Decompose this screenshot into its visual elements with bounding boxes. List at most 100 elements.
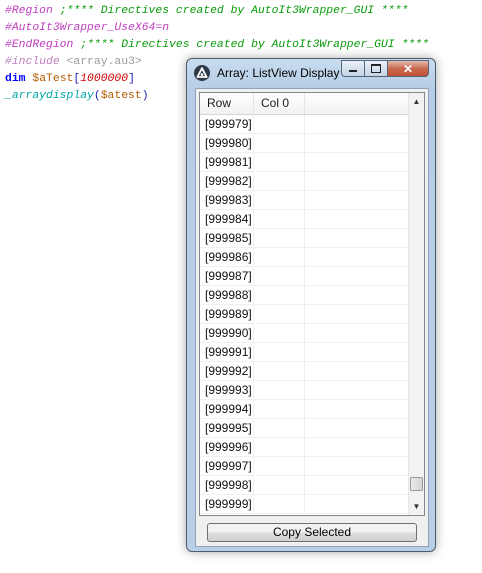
table-row[interactable]: [999988] — [200, 286, 409, 305]
code-line-5: dim $aTest[1000000] — [5, 71, 135, 88]
row-index-cell: [999997] — [205, 459, 252, 473]
value-cell — [254, 457, 259, 476]
value-cell — [254, 343, 259, 362]
code-line-1: #Region ;**** Directives created by Auto… — [5, 3, 408, 20]
column-header-col0[interactable]: Col 0 — [254, 93, 305, 114]
value-cell — [254, 229, 259, 248]
table-row[interactable]: [999981] — [200, 153, 409, 172]
value-cell — [254, 476, 259, 495]
table-row[interactable]: [999991] — [200, 343, 409, 362]
scroll-up-arrow[interactable]: ▲ — [409, 93, 424, 110]
autoit-icon[interactable] — [194, 65, 210, 81]
chevron-down-icon: ▼ — [412, 502, 421, 511]
value-cell — [254, 191, 259, 210]
value-cell — [254, 286, 259, 305]
number-token: 1000000 — [80, 73, 129, 85]
value-cell — [254, 419, 259, 438]
table-row[interactable]: [999986] — [200, 248, 409, 267]
vertical-scrollbar[interactable]: ▲ ▼ — [408, 93, 424, 515]
bracket-token: ) — [141, 90, 149, 102]
window-client-area: Row Col 0 [999979] [999980] [999981] [99998… — [195, 88, 429, 547]
table-row[interactable]: [999999] — [200, 495, 409, 514]
value-cell — [254, 438, 259, 457]
chevron-up-icon: ▲ — [412, 97, 421, 106]
row-index-cell: [999986] — [205, 250, 252, 264]
directive-token: #EndRegion — [5, 39, 74, 51]
scroll-thumb[interactable] — [410, 477, 423, 491]
row-index-cell: [999990] — [205, 326, 252, 340]
table-row[interactable]: [999996] — [200, 438, 409, 457]
table-row[interactable]: [999980] — [200, 134, 409, 153]
row-index-cell: [999991] — [205, 345, 252, 359]
variable-token: $atest — [100, 90, 142, 102]
table-row[interactable]: [999993] — [200, 381, 409, 400]
row-index-cell: [999982] — [205, 174, 252, 188]
title-bar[interactable]: Array: ListView Display ✕ — [187, 59, 435, 87]
table-row[interactable]: [999994] — [200, 400, 409, 419]
row-index-cell: [999996] — [205, 440, 252, 454]
maximize-button[interactable] — [364, 60, 388, 77]
listview-body: [999979] [999980] [999981] [999982] [999983]… — [200, 115, 409, 515]
value-cell — [254, 210, 259, 229]
window-controls: ✕ — [341, 60, 429, 78]
value-cell — [254, 153, 259, 172]
table-row[interactable]: [999995] — [200, 419, 409, 438]
value-cell — [254, 134, 259, 153]
row-index-cell: [999992] — [205, 364, 252, 378]
row-index-cell: [999998] — [205, 478, 252, 492]
minimize-icon — [349, 70, 357, 72]
row-index-cell: [999981] — [205, 155, 252, 169]
table-row[interactable]: [999985] — [200, 229, 409, 248]
code-line-6: _arraydisplay($atest) — [5, 88, 149, 105]
variable-token: $aTest — [32, 73, 74, 85]
function-token: _arraydisplay — [5, 90, 94, 102]
include-token: #include — [5, 56, 60, 68]
scroll-down-arrow[interactable]: ▼ — [409, 498, 424, 515]
keyword-token: dim — [5, 73, 26, 85]
table-row[interactable]: [999989] — [200, 305, 409, 324]
comment-token: ;**** Directives created by AutoIt3Wrapp… — [52, 5, 409, 17]
table-row[interactable]: [999984] — [200, 210, 409, 229]
row-index-cell: [999983] — [205, 193, 252, 207]
row-index-cell: [999988] — [205, 288, 252, 302]
table-row[interactable]: [999992] — [200, 362, 409, 381]
code-line-2: #AutoIt3Wrapper_UseX64=n — [5, 20, 169, 37]
table-row[interactable]: [999983] — [200, 191, 409, 210]
table-row[interactable]: [999987] — [200, 267, 409, 286]
row-index-cell: [999994] — [205, 402, 252, 416]
value-cell — [254, 400, 259, 419]
row-index-cell: [999995] — [205, 421, 252, 435]
row-index-cell: [999989] — [205, 307, 252, 321]
copy-selected-button[interactable]: Copy Selected — [207, 523, 417, 542]
directive-token: #AutoIt3Wrapper_UseX64=n — [5, 22, 170, 34]
column-header-row[interactable]: Row — [200, 93, 254, 114]
value-cell — [254, 381, 259, 400]
table-row[interactable]: [999997] — [200, 457, 409, 476]
value-cell — [254, 172, 259, 191]
row-index-cell: [999993] — [205, 383, 252, 397]
table-row[interactable]: [999982] — [200, 172, 409, 191]
row-index-cell: [999979] — [205, 117, 252, 131]
bracket-token: ] — [128, 73, 135, 85]
include-path-token: <array.au3> — [59, 56, 142, 68]
table-row[interactable]: [999990] — [200, 324, 409, 343]
row-index-cell: [999987] — [205, 269, 252, 283]
value-cell — [254, 305, 259, 324]
window-title: Array: ListView Display — [217, 66, 340, 80]
listview[interactable]: Row Col 0 [999979] [999980] [999981] [99998… — [199, 92, 425, 516]
close-button[interactable]: ✕ — [387, 60, 429, 77]
comment-token: ;**** Directives created by AutoIt3Wrapp… — [73, 39, 429, 51]
listview-header: Row Col 0 — [200, 93, 409, 115]
directive-token: #Region — [5, 5, 53, 17]
row-index-cell: [999985] — [205, 231, 252, 245]
bracket-token: ( — [93, 90, 101, 102]
code-line-3: #EndRegion ;**** Directives created by A… — [5, 37, 429, 54]
array-display-window[interactable]: Array: ListView Display ✕ Row Col 0 [999… — [186, 58, 436, 552]
row-index-cell: [999999] — [205, 497, 252, 511]
value-cell — [254, 115, 259, 134]
close-icon: ✕ — [402, 61, 414, 76]
table-row[interactable]: [999998] — [200, 476, 409, 495]
minimize-button[interactable] — [341, 60, 365, 77]
table-row[interactable]: [999979] — [200, 115, 409, 134]
row-index-cell: [999980] — [205, 136, 252, 150]
